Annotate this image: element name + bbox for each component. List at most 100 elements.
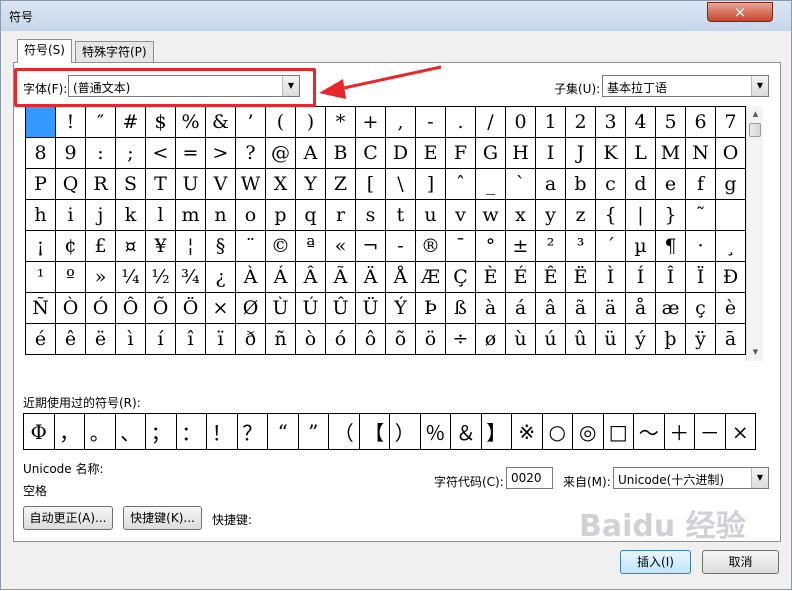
symbol-cell[interactable]: T	[146, 169, 176, 200]
symbol-cell[interactable]: ,	[386, 107, 416, 138]
symbol-cell[interactable]: V	[206, 169, 236, 200]
symbol-cell[interactable]: #	[116, 107, 146, 138]
symbol-cell[interactable]: l	[146, 200, 176, 231]
recent-symbol-cell[interactable]: 【	[359, 414, 390, 450]
symbol-cell[interactable]: L	[626, 138, 656, 169]
recent-symbol-cell[interactable]: “	[268, 414, 299, 450]
symbol-cell[interactable]: 3	[596, 107, 626, 138]
symbol-cell[interactable]: 1	[536, 107, 566, 138]
symbol-cell[interactable]: µ	[626, 231, 656, 262]
recent-symbol-cell[interactable]: ；	[146, 414, 177, 450]
symbol-cell[interactable]: ]	[416, 169, 446, 200]
symbol-cell[interactable]: (	[266, 107, 296, 138]
autocorrect-button[interactable]: 自动更正(A)...	[23, 506, 113, 530]
symbol-cell[interactable]: ¿	[206, 262, 236, 293]
symbol-cell[interactable]	[26, 107, 56, 138]
scroll-down-icon[interactable]: ▼	[747, 344, 764, 361]
symbol-cell[interactable]: Ú	[296, 293, 326, 324]
symbol-cell[interactable]: 6	[686, 107, 716, 138]
symbol-cell[interactable]: ¯	[446, 231, 476, 262]
symbol-cell[interactable]: }	[656, 200, 686, 231]
recent-symbol-cell[interactable]: －	[695, 414, 726, 450]
symbol-cell[interactable]: 8	[26, 138, 56, 169]
symbol-cell[interactable]: Ñ	[26, 293, 56, 324]
symbol-cell[interactable]: H	[506, 138, 536, 169]
symbol-cell[interactable]: Ø	[236, 293, 266, 324]
symbol-cell[interactable]: y	[536, 200, 566, 231]
symbol-cell[interactable]: æ	[656, 293, 686, 324]
symbol-cell[interactable]: ç	[686, 293, 716, 324]
symbol-cell[interactable]: Y	[296, 169, 326, 200]
symbol-cell[interactable]: i	[56, 200, 86, 231]
symbol-cell[interactable]: f	[686, 169, 716, 200]
symbol-cell[interactable]: *	[326, 107, 356, 138]
symbol-cell[interactable]: °	[476, 231, 506, 262]
symbol-cell[interactable]: í	[146, 324, 176, 355]
symbol-cell[interactable]: À	[236, 262, 266, 293]
symbol-cell[interactable]: -	[386, 231, 416, 262]
recent-symbol-cell[interactable]: Φ	[24, 414, 55, 450]
symbol-cell[interactable]: 2	[566, 107, 596, 138]
symbol-cell[interactable]: ó	[326, 324, 356, 355]
symbol-cell[interactable]: <	[146, 138, 176, 169]
symbol-cell[interactable]: w	[476, 200, 506, 231]
symbol-cell[interactable]: U	[176, 169, 206, 200]
symbol-cell[interactable]: _	[476, 169, 506, 200]
symbol-cell[interactable]: ã	[566, 293, 596, 324]
symbol-cell[interactable]: â	[536, 293, 566, 324]
insert-button[interactable]: 插入(I)	[620, 550, 691, 574]
symbol-cell[interactable]: -	[416, 107, 446, 138]
symbol-cell[interactable]: D	[386, 138, 416, 169]
symbol-cell[interactable]: ″	[86, 107, 116, 138]
symbol-cell[interactable]: N	[686, 138, 716, 169]
symbol-cell[interactable]: [	[356, 169, 386, 200]
symbol-cell[interactable]: û	[566, 324, 596, 355]
recent-symbol-cell[interactable]: □	[603, 414, 634, 450]
symbol-cell[interactable]: C	[356, 138, 386, 169]
recent-symbol-cell[interactable]: ※	[512, 414, 543, 450]
symbol-cell[interactable]: é	[26, 324, 56, 355]
cancel-button[interactable]: 取消	[702, 550, 779, 574]
symbol-cell[interactable]: >	[206, 138, 236, 169]
symbol-cell[interactable]: É	[506, 262, 536, 293]
symbol-cell[interactable]: ā	[716, 324, 746, 355]
symbol-cell[interactable]: h	[26, 200, 56, 231]
symbol-cell[interactable]: ˜	[686, 200, 716, 231]
tab-special-characters[interactable]: 特殊字符(P)	[75, 41, 154, 63]
symbol-cell[interactable]: ¢	[56, 231, 86, 262]
symbol-cell[interactable]: :	[86, 138, 116, 169]
symbol-cell[interactable]: e	[656, 169, 686, 200]
symbol-cell[interactable]: ò	[296, 324, 326, 355]
from-select[interactable]: Unicode(十六进制) ▼	[613, 467, 769, 489]
symbol-cell[interactable]: n	[206, 200, 236, 231]
recent-symbol-cell[interactable]: （	[329, 414, 360, 450]
symbol-cell[interactable]: ½	[146, 262, 176, 293]
chevron-down-icon[interactable]: ▼	[751, 468, 768, 488]
symbol-cell[interactable]: `	[506, 169, 536, 200]
symbol-cell[interactable]: @	[266, 138, 296, 169]
symbol-cell[interactable]: a	[536, 169, 566, 200]
symbol-cell[interactable]: t	[386, 200, 416, 231]
symbol-cell[interactable]: .	[446, 107, 476, 138]
symbol-cell[interactable]: B	[326, 138, 356, 169]
symbol-cell[interactable]: Ð	[716, 262, 746, 293]
symbol-cell[interactable]	[716, 200, 746, 231]
symbol-cell[interactable]: G	[476, 138, 506, 169]
symbol-cell[interactable]: á	[506, 293, 536, 324]
symbol-cell[interactable]: p	[266, 200, 296, 231]
symbol-cell[interactable]: Í	[626, 262, 656, 293]
symbol-cell[interactable]: P	[26, 169, 56, 200]
symbol-cell[interactable]: ñ	[266, 324, 296, 355]
symbol-cell[interactable]: M	[656, 138, 686, 169]
symbol-cell[interactable]: ì	[116, 324, 146, 355]
symbol-cell[interactable]: ª	[296, 231, 326, 262]
symbol-cell[interactable]: d	[626, 169, 656, 200]
recent-symbol-cell[interactable]: ！	[207, 414, 238, 450]
symbol-cell[interactable]: È	[476, 262, 506, 293]
symbol-cell[interactable]: ¡	[26, 231, 56, 262]
symbol-cell[interactable]: Ö	[176, 293, 206, 324]
symbol-cell[interactable]: +	[356, 107, 386, 138]
symbol-cell[interactable]: Ç	[446, 262, 476, 293]
symbol-cell[interactable]: »	[86, 262, 116, 293]
symbol-cell[interactable]: õ	[386, 324, 416, 355]
